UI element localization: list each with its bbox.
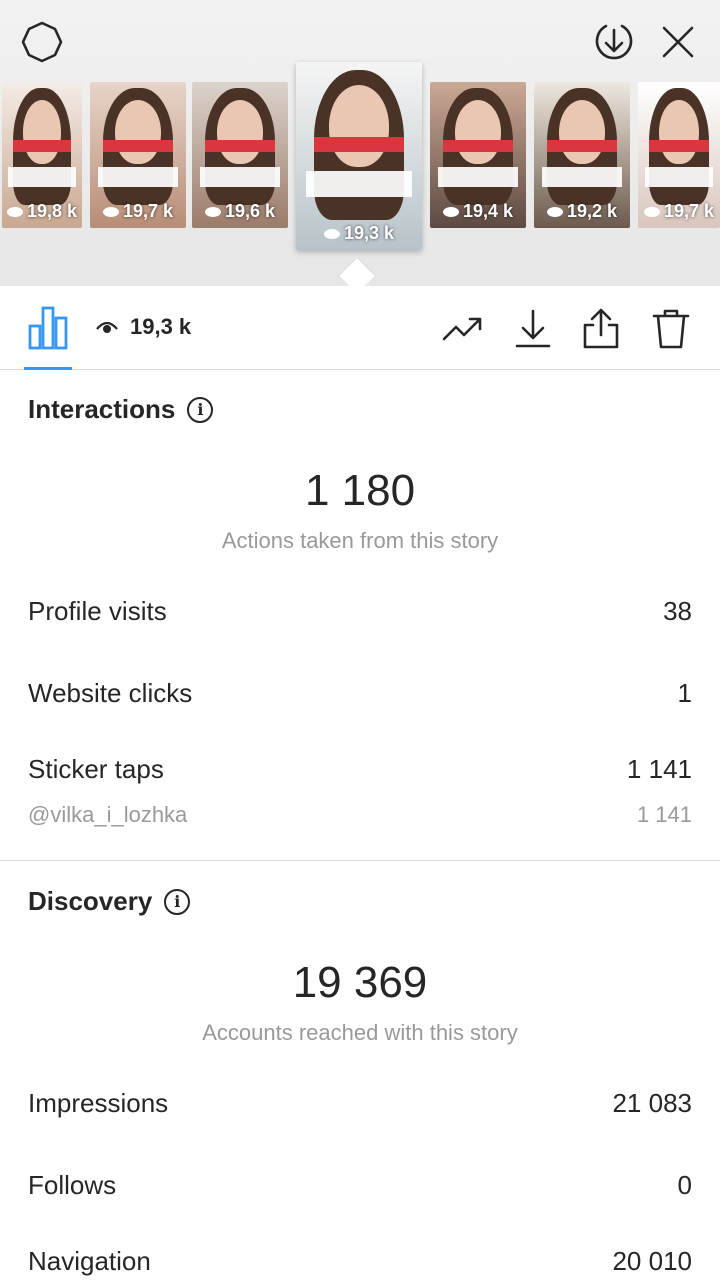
story-image-detail (659, 99, 699, 164)
trash-icon[interactable] (648, 306, 694, 352)
discovery-title: Discovery (28, 886, 153, 916)
stat-row-profile-visits: Profile visits 38 (28, 596, 692, 627)
view-count: 19,3 k (96, 312, 191, 342)
stat-value: 20 010 (612, 1246, 692, 1276)
interactions-total: 1 180 (304, 466, 416, 515)
story-toolbar: 19,3 k (0, 286, 720, 370)
download-icon[interactable] (510, 306, 556, 352)
stat-label: Navigation (28, 1246, 151, 1276)
stat-label: Sticker taps (28, 754, 164, 784)
story-views-value: 19,3 k (343, 223, 395, 243)
section-divider (0, 860, 720, 861)
story-views-value: 19,2 k (566, 201, 618, 221)
discovery-heading: Discovery i (28, 886, 191, 917)
stat-row-website-clicks: Website clicks 1 (28, 678, 692, 709)
story-sticker (443, 140, 513, 153)
stat-value: 0 (677, 1170, 692, 1200)
view-count-value: 19,3 k (130, 314, 192, 339)
settings-gear-icon[interactable] (18, 18, 66, 66)
story-image-detail (22, 99, 62, 164)
stat-value: 21 083 (612, 1088, 692, 1118)
story-image-detail (216, 99, 264, 164)
bar-chart-icon[interactable] (24, 300, 72, 370)
story-sticker (13, 140, 71, 153)
story-caption-box (199, 166, 281, 188)
discovery-subtitle: Accounts reached with this story (202, 1020, 518, 1045)
story-views: 19,2 k (534, 201, 630, 222)
stat-row-follows: Follows 0 (28, 1170, 692, 1201)
story-views: 19,7 k (638, 201, 720, 222)
stat-row-navigation: Navigation 20 010 (28, 1246, 692, 1277)
story-caption-box (644, 166, 714, 188)
story-image-detail (328, 84, 390, 168)
story-caption-box (306, 171, 412, 198)
story-thumbnail[interactable]: 19,6 k (192, 82, 288, 228)
story-views: 19,8 k (2, 201, 82, 222)
story-sticker (313, 137, 405, 153)
discovery-total: 19 369 (292, 958, 428, 1007)
sticker-handle-value: 1 141 (636, 802, 692, 827)
eye-icon (204, 207, 221, 218)
story-caption-box (97, 166, 179, 188)
stat-label: Website clicks (28, 678, 193, 708)
eye-icon (96, 321, 118, 333)
story-views-value: 19,7 k (122, 201, 174, 221)
story-views-value: 19,6 k (224, 201, 276, 221)
eye-icon (102, 207, 119, 218)
story-sticker (547, 140, 617, 153)
story-views-value: 19,7 k (663, 201, 715, 221)
stat-value: 1 141 (626, 754, 692, 784)
eye-icon (6, 207, 23, 218)
download-circle-icon[interactable] (590, 18, 638, 66)
info-icon[interactable]: i (164, 888, 191, 915)
eye-icon (442, 207, 459, 218)
story-thumbnail[interactable]: 19,4 k (430, 82, 526, 228)
story-sticker (649, 140, 709, 153)
story-sticker (103, 140, 173, 153)
story-caption-box (437, 166, 519, 188)
close-icon[interactable] (654, 18, 702, 66)
eye-icon (643, 207, 660, 218)
sticker-handle-row: @vilka_i_lozhka 1 141 (28, 802, 692, 828)
story-image-detail (114, 99, 162, 164)
story-image-detail (558, 99, 606, 164)
story-thumbnail[interactable]: 19,7 k (90, 82, 186, 228)
stat-row-impressions: Impressions 21 083 (28, 1088, 692, 1119)
eye-icon (323, 229, 340, 240)
story-thumbnail[interactable]: 19,3 k (296, 62, 422, 250)
story-thumbnail[interactable]: 19,7 k (638, 82, 720, 228)
stat-label: Profile visits (28, 596, 167, 626)
story-thumbnail[interactable]: 19,2 k (534, 82, 630, 228)
interactions-title: Interactions (28, 394, 176, 424)
story-image-detail (454, 99, 502, 164)
stat-row-sticker-taps: Sticker taps 1 141 (28, 754, 692, 785)
story-caption-box (8, 166, 76, 188)
story-strip-header: 19,8 k 19,7 k 19,6 k 19,3 k 19,4 k 19,2 k 19,7… (0, 0, 720, 286)
stat-value: 38 (663, 596, 692, 626)
story-caption-box (541, 166, 623, 188)
sticker-handle[interactable]: @vilka_i_lozhka (28, 802, 187, 828)
story-views-value: 19,4 k (462, 201, 514, 221)
stat-label: Follows (28, 1170, 117, 1200)
story-views-value: 19,8 k (26, 201, 78, 221)
info-icon[interactable]: i (187, 396, 214, 423)
stat-value: 1 (677, 678, 692, 708)
story-views: 19,3 k (296, 223, 422, 244)
story-views: 19,4 k (430, 201, 526, 222)
story-views: 19,6 k (192, 201, 288, 222)
story-views: 19,7 k (90, 201, 186, 222)
stat-label: Impressions (28, 1088, 169, 1118)
story-thumbnails: 19,8 k 19,7 k 19,6 k 19,3 k 19,4 k 19,2 k 19,7… (0, 62, 720, 258)
story-thumbnail[interactable]: 19,8 k (2, 82, 82, 228)
share-icon[interactable] (578, 306, 624, 352)
interactions-heading: Interactions i (28, 394, 214, 425)
story-sticker (205, 140, 275, 153)
eye-icon (546, 207, 563, 218)
interactions-subtitle: Actions taken from this story (221, 528, 499, 553)
trend-up-icon[interactable] (440, 306, 486, 352)
